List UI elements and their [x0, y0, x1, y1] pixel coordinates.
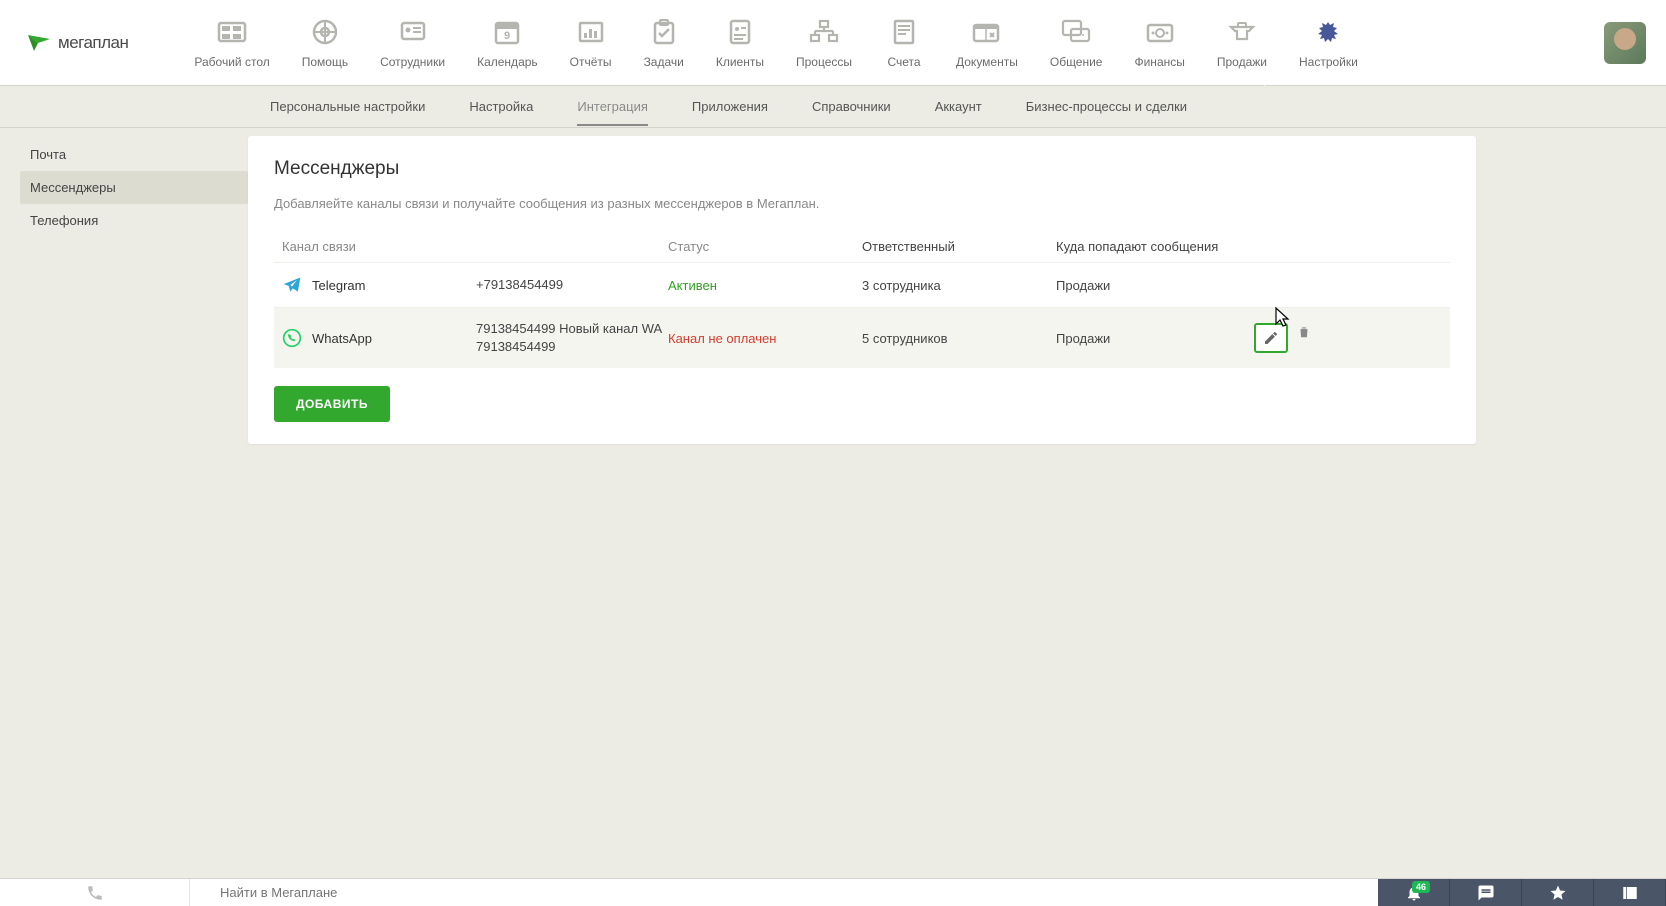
- nav-icon-8: [885, 17, 923, 47]
- nav-label-0: Рабочий стол: [194, 55, 269, 69]
- nav-label-3: Календарь: [477, 55, 538, 69]
- th-status: Статус: [668, 239, 709, 254]
- sidebar: ПочтаМессенджерыТелефония: [0, 128, 248, 878]
- nav-label-5: Задачи: [644, 55, 684, 69]
- add-button[interactable]: ДОБАВИТЬ: [274, 386, 390, 422]
- bottom-phone-icon[interactable]: [0, 879, 190, 906]
- search-input[interactable]: [190, 879, 1378, 906]
- nav-label-2: Сотрудники: [380, 55, 445, 69]
- nav-icon-2: [394, 17, 432, 47]
- logo-icon: [26, 33, 52, 53]
- nav-label-7: Процессы: [796, 55, 852, 69]
- nav-label-12: Продажи: [1217, 55, 1267, 69]
- logo[interactable]: мегаплан: [26, 33, 128, 53]
- sub-nav-item-2[interactable]: Интеграция: [577, 87, 648, 126]
- sidebar-item-1[interactable]: Мессенджеры: [20, 171, 248, 204]
- nav-item-4[interactable]: Отчёты: [554, 17, 628, 69]
- nav-label-8: Счета: [887, 55, 920, 69]
- delete-icon[interactable]: [1296, 323, 1312, 341]
- nav-icon-6: [721, 17, 759, 47]
- channel-responsible: 3 сотрудника: [862, 278, 1056, 293]
- svg-text:9: 9: [504, 30, 510, 42]
- channel-destination: Продажи: [1056, 331, 1226, 346]
- sidebar-item-0[interactable]: Почта: [20, 138, 248, 171]
- nav-icon-4: [572, 17, 610, 47]
- channel-name: WhatsApp: [312, 331, 372, 346]
- channel-name: Telegram: [312, 278, 365, 293]
- nav-icon-7: [805, 17, 843, 47]
- nav-items: Рабочий стол Помощь Сотрудники 9 Календарь От…: [178, 17, 1604, 69]
- edit-button[interactable]: [1254, 323, 1288, 353]
- nav-icon-11: [1141, 17, 1179, 47]
- nav-icon-10: [1057, 17, 1095, 47]
- whatsapp-icon: [282, 328, 302, 348]
- nav-label-1: Помощь: [302, 55, 348, 69]
- nav-label-13: Настройки: [1299, 55, 1358, 69]
- nav-label-4: Отчёты: [570, 55, 612, 69]
- favorites-tab[interactable]: [1522, 879, 1594, 906]
- nav-item-2[interactable]: Сотрудники: [364, 17, 461, 69]
- sub-nav-item-0[interactable]: Персональные настройки: [270, 87, 425, 126]
- channel-destination: Продажи: [1056, 278, 1226, 293]
- nav-item-10[interactable]: Общение: [1034, 17, 1119, 69]
- th-destination: Куда попадают сообщения: [1056, 239, 1218, 254]
- channel-detail: +79138454499: [476, 276, 668, 294]
- th-responsible: Ответственный: [862, 239, 955, 254]
- nav-item-5[interactable]: Задачи: [628, 17, 700, 69]
- nav-item-12[interactable]: Продажи: [1201, 17, 1283, 69]
- sub-nav-item-6[interactable]: Бизнес-процессы и сделки: [1026, 87, 1187, 126]
- channel-status: Канал не оплачен: [668, 331, 862, 346]
- nav-icon-5: [645, 17, 683, 47]
- nav-item-11[interactable]: Финансы: [1118, 17, 1200, 69]
- sub-nav: Персональные настройки Настройка Интеграци…: [0, 86, 1666, 128]
- nav-item-9[interactable]: Документы: [940, 17, 1034, 69]
- content-area: ПочтаМессенджерыТелефония Мессенджеры До…: [0, 128, 1666, 878]
- messages-tab[interactable]: [1450, 879, 1522, 906]
- nav-icon-0: [213, 17, 251, 47]
- nav-item-8[interactable]: Счета: [868, 17, 940, 69]
- notifications-tab[interactable]: 46: [1378, 879, 1450, 906]
- nav-label-6: Клиенты: [716, 55, 764, 69]
- top-nav: мегаплан Рабочий стол Помощь Сотрудники 9 Ка…: [0, 0, 1666, 86]
- nav-label-10: Общение: [1050, 55, 1103, 69]
- sub-nav-item-3[interactable]: Приложения: [692, 87, 768, 126]
- nav-item-0[interactable]: Рабочий стол: [178, 17, 285, 69]
- nav-icon-1: [306, 17, 344, 47]
- th-channel: Канал связи: [282, 239, 356, 254]
- sub-nav-item-1[interactable]: Настройка: [469, 87, 533, 126]
- nav-label-9: Документы: [956, 55, 1018, 69]
- channels-table: Канал связи Статус Ответственный Куда по…: [274, 231, 1450, 368]
- sidebar-item-2[interactable]: Телефония: [20, 204, 248, 237]
- nav-icon-12: [1223, 17, 1261, 47]
- nav-label-11: Финансы: [1134, 55, 1184, 69]
- nav-item-13[interactable]: Настройки: [1283, 17, 1374, 69]
- table-header: Канал связи Статус Ответственный Куда по…: [274, 231, 1450, 262]
- nav-icon-13: [1309, 17, 1347, 47]
- channel-responsible: 5 сотрудников: [862, 331, 1056, 346]
- channel-status: Активен: [668, 278, 862, 293]
- bottom-bar: 46: [0, 878, 1666, 906]
- nav-item-6[interactable]: Клиенты: [700, 17, 780, 69]
- nav-item-1[interactable]: Помощь: [286, 17, 364, 69]
- page-subtitle: Добавляейте каналы связи и получайте соо…: [274, 196, 1450, 211]
- nav-icon-9: [968, 17, 1006, 47]
- telegram-icon: [282, 275, 302, 295]
- contacts-tab[interactable]: [1594, 879, 1666, 906]
- nav-item-3[interactable]: 9 Календарь: [461, 17, 554, 69]
- sub-nav-item-4[interactable]: Справочники: [812, 87, 891, 126]
- nav-item-7[interactable]: Процессы: [780, 17, 868, 69]
- main-panel: Мессенджеры Добавляейте каналы связи и п…: [248, 136, 1476, 444]
- table-row[interactable]: Telegram +79138454499 Активен 3 сотрудни…: [274, 262, 1450, 307]
- sub-nav-item-5[interactable]: Аккаунт: [935, 87, 982, 126]
- notification-badge: 46: [1412, 881, 1430, 893]
- table-row[interactable]: WhatsApp 79138454499 Новый канал WA 7913…: [274, 307, 1450, 368]
- bottom-right: 46: [1378, 879, 1666, 906]
- logo-text: мегаплан: [58, 33, 128, 53]
- page-title: Мессенджеры: [274, 158, 1450, 180]
- channel-detail: 79138454499 Новый канал WA 79138454499: [476, 320, 668, 356]
- user-avatar[interactable]: [1604, 22, 1646, 64]
- nav-icon-3: 9: [488, 17, 526, 47]
